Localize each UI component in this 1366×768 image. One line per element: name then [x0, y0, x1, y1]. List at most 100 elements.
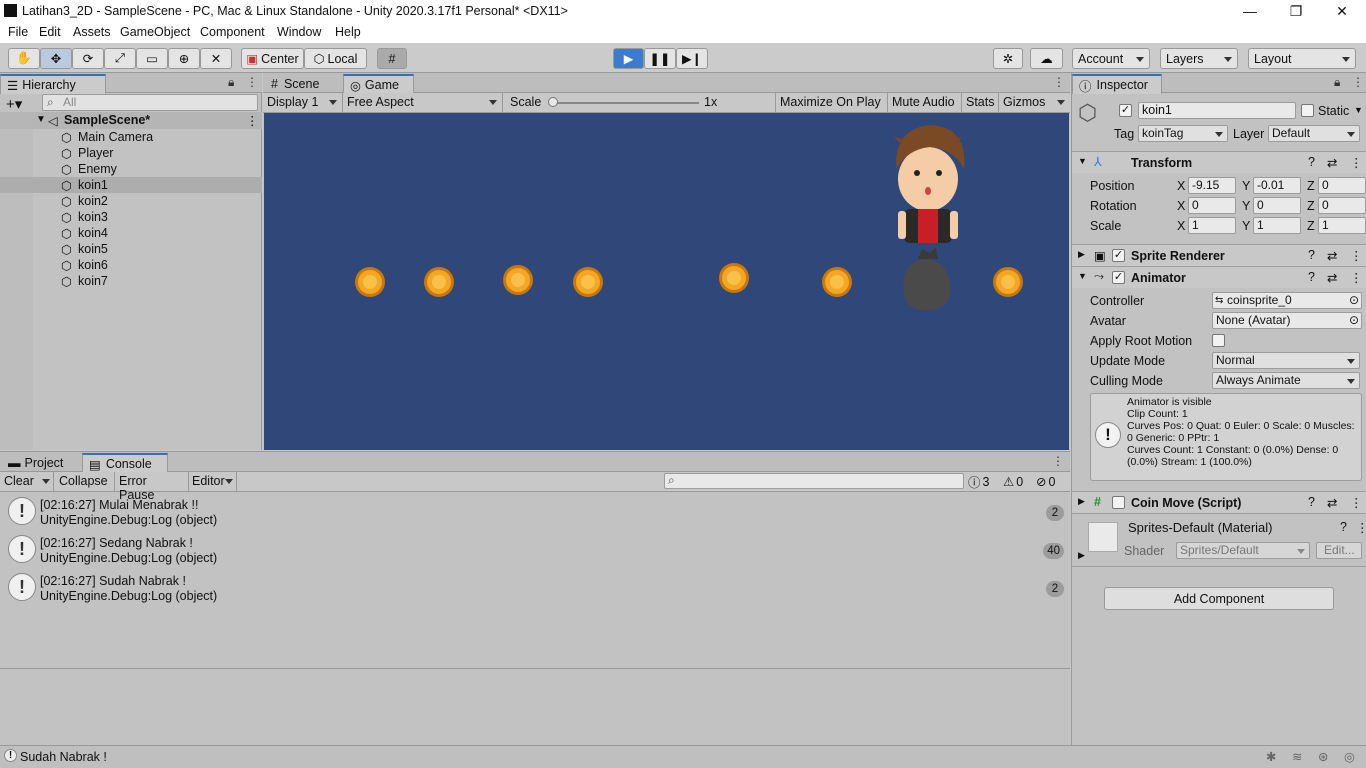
active-checkbox[interactable]: ✓ — [1119, 104, 1132, 117]
hierarchy-item[interactable]: ⬡ Player — [0, 145, 262, 161]
scale-y-field[interactable]: 1 — [1253, 217, 1301, 234]
status-message[interactable]: Sudah Nabrak ! — [20, 750, 107, 764]
rotation-x-field[interactable]: 0 — [1188, 197, 1236, 214]
auto-generate-icon[interactable]: ⊛ — [1318, 749, 1328, 764]
play-button[interactable]: ▶ — [613, 48, 644, 69]
expand-arrow-icon[interactable]: ▼ — [36, 114, 46, 125]
game-viewport[interactable] — [264, 113, 1069, 450]
tab-game[interactable]: ◎ Game — [343, 74, 414, 94]
root-motion-checkbox[interactable] — [1212, 334, 1225, 347]
hierarchy-item[interactable]: ⬡ Main Camera — [0, 129, 262, 145]
error-count-toggle[interactable]: ⊘ 0 — [1036, 473, 1068, 490]
menu-file[interactable]: File — [8, 25, 28, 39]
material-expand-icon[interactable]: ▶ — [1078, 550, 1085, 561]
hierarchy-item[interactable]: ⬡ koin5 — [0, 241, 262, 257]
inspector-menu-icon[interactable]: ⋮ — [1352, 75, 1364, 89]
hierarchy-item[interactable]: ⬡ koin7 — [0, 273, 262, 289]
game-menu-icon[interactable]: ⋮ — [1053, 75, 1065, 89]
create-add-icon[interactable]: +▾ — [6, 95, 22, 113]
display-dropdown[interactable]: Display 1 — [263, 93, 343, 112]
cloud-icon[interactable]: ☁ — [1030, 48, 1063, 69]
move-tool-icon[interactable]: ✥ — [40, 48, 72, 69]
coin-move-expand-icon[interactable]: ▶ — [1078, 496, 1085, 507]
grid-snap-icon[interactable]: # — [377, 48, 407, 69]
scale-slider[interactable] — [553, 102, 699, 104]
bug-icon[interactable]: ✱ — [1266, 749, 1276, 764]
hierarchy-item[interactable]: ⬡ Enemy — [0, 161, 262, 177]
material-menu-icon[interactable]: ⋮ — [1356, 520, 1366, 535]
close-button[interactable]: ✕ — [1319, 0, 1365, 22]
hierarchy-item[interactable]: ⬡ koin3 — [0, 209, 262, 225]
layout-dropdown[interactable]: Layout — [1248, 48, 1356, 69]
mute-audio-toggle[interactable]: Mute Audio — [887, 93, 961, 112]
static-checkbox[interactable] — [1301, 104, 1314, 117]
menu-window[interactable]: Window — [277, 25, 321, 39]
transform-help-icon[interactable]: ? — [1308, 155, 1315, 169]
transform-header[interactable]: ▼ ⅄ Transform ? ⇄ ⋮ — [1072, 151, 1366, 173]
hierarchy-search-input[interactable]: ⌕ All — [42, 94, 258, 111]
aspect-dropdown[interactable]: Free Aspect — [343, 93, 503, 112]
editor-dropdown[interactable]: Editor — [189, 472, 237, 491]
pause-button[interactable]: ❚❚ — [644, 48, 676, 69]
sprite-renderer-header[interactable]: ▶ ▣ ✓ Sprite Renderer ? ⇄ ⋮ — [1072, 244, 1366, 266]
transform-expand-icon[interactable]: ▼ — [1078, 156, 1087, 166]
custom-tool-icon[interactable]: ✕ — [200, 48, 232, 69]
console-log-row[interactable]: ! [02:16:27] Sedang Nabrak ! UnityEngine.D… — [0, 531, 1070, 569]
sprite-renderer-menu-icon[interactable]: ⋮ — [1350, 248, 1363, 263]
space-toggle-button[interactable]: ⬡ Local — [304, 48, 367, 69]
position-z-field[interactable]: 0 — [1318, 177, 1366, 194]
scene-header[interactable]: ▼ ◁ SampleScene* ⋮ — [0, 112, 262, 129]
collapse-toggle[interactable]: Collapse — [55, 472, 115, 491]
avatar-picker-icon[interactable]: ⊙ — [1349, 313, 1359, 328]
menu-assets[interactable]: Assets — [73, 25, 111, 39]
hierarchy-item[interactable]: ⬡ koin6 — [0, 257, 262, 273]
menu-edit[interactable]: Edit — [39, 25, 61, 39]
console-log-row[interactable]: ! [02:16:27] Sudah Nabrak ! UnityEngine.De… — [0, 569, 1070, 607]
animator-preset-icon[interactable]: ⇄ — [1327, 270, 1337, 285]
gameobject-cube-icon[interactable]: ⬡ — [1078, 100, 1097, 126]
layers-status-icon[interactable]: ≋ — [1292, 749, 1302, 764]
scale-x-field[interactable]: 1 — [1188, 217, 1236, 234]
hand-tool-icon[interactable]: ✋ — [8, 48, 40, 69]
scale-slider-handle[interactable] — [548, 97, 558, 107]
coin-move-help-icon[interactable]: ? — [1308, 495, 1315, 509]
panel-menu-icon[interactable]: ⋮ — [246, 75, 258, 89]
transform-menu-icon[interactable]: ⋮ — [1350, 155, 1363, 170]
coin-move-preset-icon[interactable]: ⇄ — [1327, 495, 1337, 510]
warn-count-toggle[interactable]: ⚠ 0 — [1003, 473, 1035, 490]
step-button[interactable]: ▶❙ — [676, 48, 708, 69]
update-mode-dropdown[interactable]: Normal — [1212, 352, 1360, 369]
coin-move-header[interactable]: ▶ # Coin Move (Script) ? ⇄ ⋮ — [1072, 491, 1366, 513]
rotation-y-field[interactable]: 0 — [1253, 197, 1301, 214]
animator-header[interactable]: ▼ ⤳ ✓ Animator ? ⇄ ⋮ — [1072, 266, 1366, 288]
layers-dropdown[interactable]: Layers — [1160, 48, 1238, 69]
sprite-renderer-expand-icon[interactable]: ▶ — [1078, 249, 1085, 260]
tab-hierarchy[interactable]: ☰ Hierarchy — [0, 74, 106, 94]
scene-menu-icon[interactable]: ⋮ — [246, 113, 259, 128]
controller-picker-icon[interactable]: ⊙ — [1349, 293, 1359, 308]
position-x-field[interactable]: -9.15 — [1188, 177, 1236, 194]
coin-move-menu-icon[interactable]: ⋮ — [1350, 495, 1363, 510]
error-pause-toggle[interactable]: Error Pause — [115, 472, 189, 502]
position-y-field[interactable]: -0.01 — [1253, 177, 1301, 194]
maximize-button[interactable]: ❐ — [1273, 0, 1319, 22]
sprite-renderer-help-icon[interactable]: ? — [1308, 248, 1315, 262]
animator-expand-icon[interactable]: ▼ — [1078, 271, 1087, 281]
rect-tool-icon[interactable]: ▭ — [136, 48, 168, 69]
tab-console[interactable]: ▤ Console — [82, 453, 168, 473]
avatar-field[interactable]: None (Avatar) ⊙ — [1212, 312, 1362, 329]
tab-scene[interactable]: # Scene — [265, 74, 343, 94]
scale-tool-icon[interactable]: ⤢ — [104, 48, 136, 69]
stats-toggle[interactable]: Stats — [961, 93, 998, 112]
sprite-renderer-preset-icon[interactable]: ⇄ — [1327, 248, 1337, 263]
tab-inspector[interactable]: ⓘ Inspector — [1072, 74, 1162, 94]
log-count-toggle[interactable]: ⓘ 3 — [968, 473, 1000, 491]
hierarchy-item[interactable]: ⬡ koin1 — [0, 177, 262, 193]
console-menu-icon[interactable]: ⋮ — [1052, 454, 1064, 468]
clear-button[interactable]: Clear — [0, 472, 54, 491]
account-dropdown[interactable]: Account — [1072, 48, 1150, 69]
rotate-tool-icon[interactable]: ⟳ — [72, 48, 104, 69]
console-search-input[interactable]: ⌕ — [664, 473, 964, 489]
hierarchy-item[interactable]: ⬡ koin2 — [0, 193, 262, 209]
minimize-button[interactable]: — — [1227, 0, 1273, 22]
